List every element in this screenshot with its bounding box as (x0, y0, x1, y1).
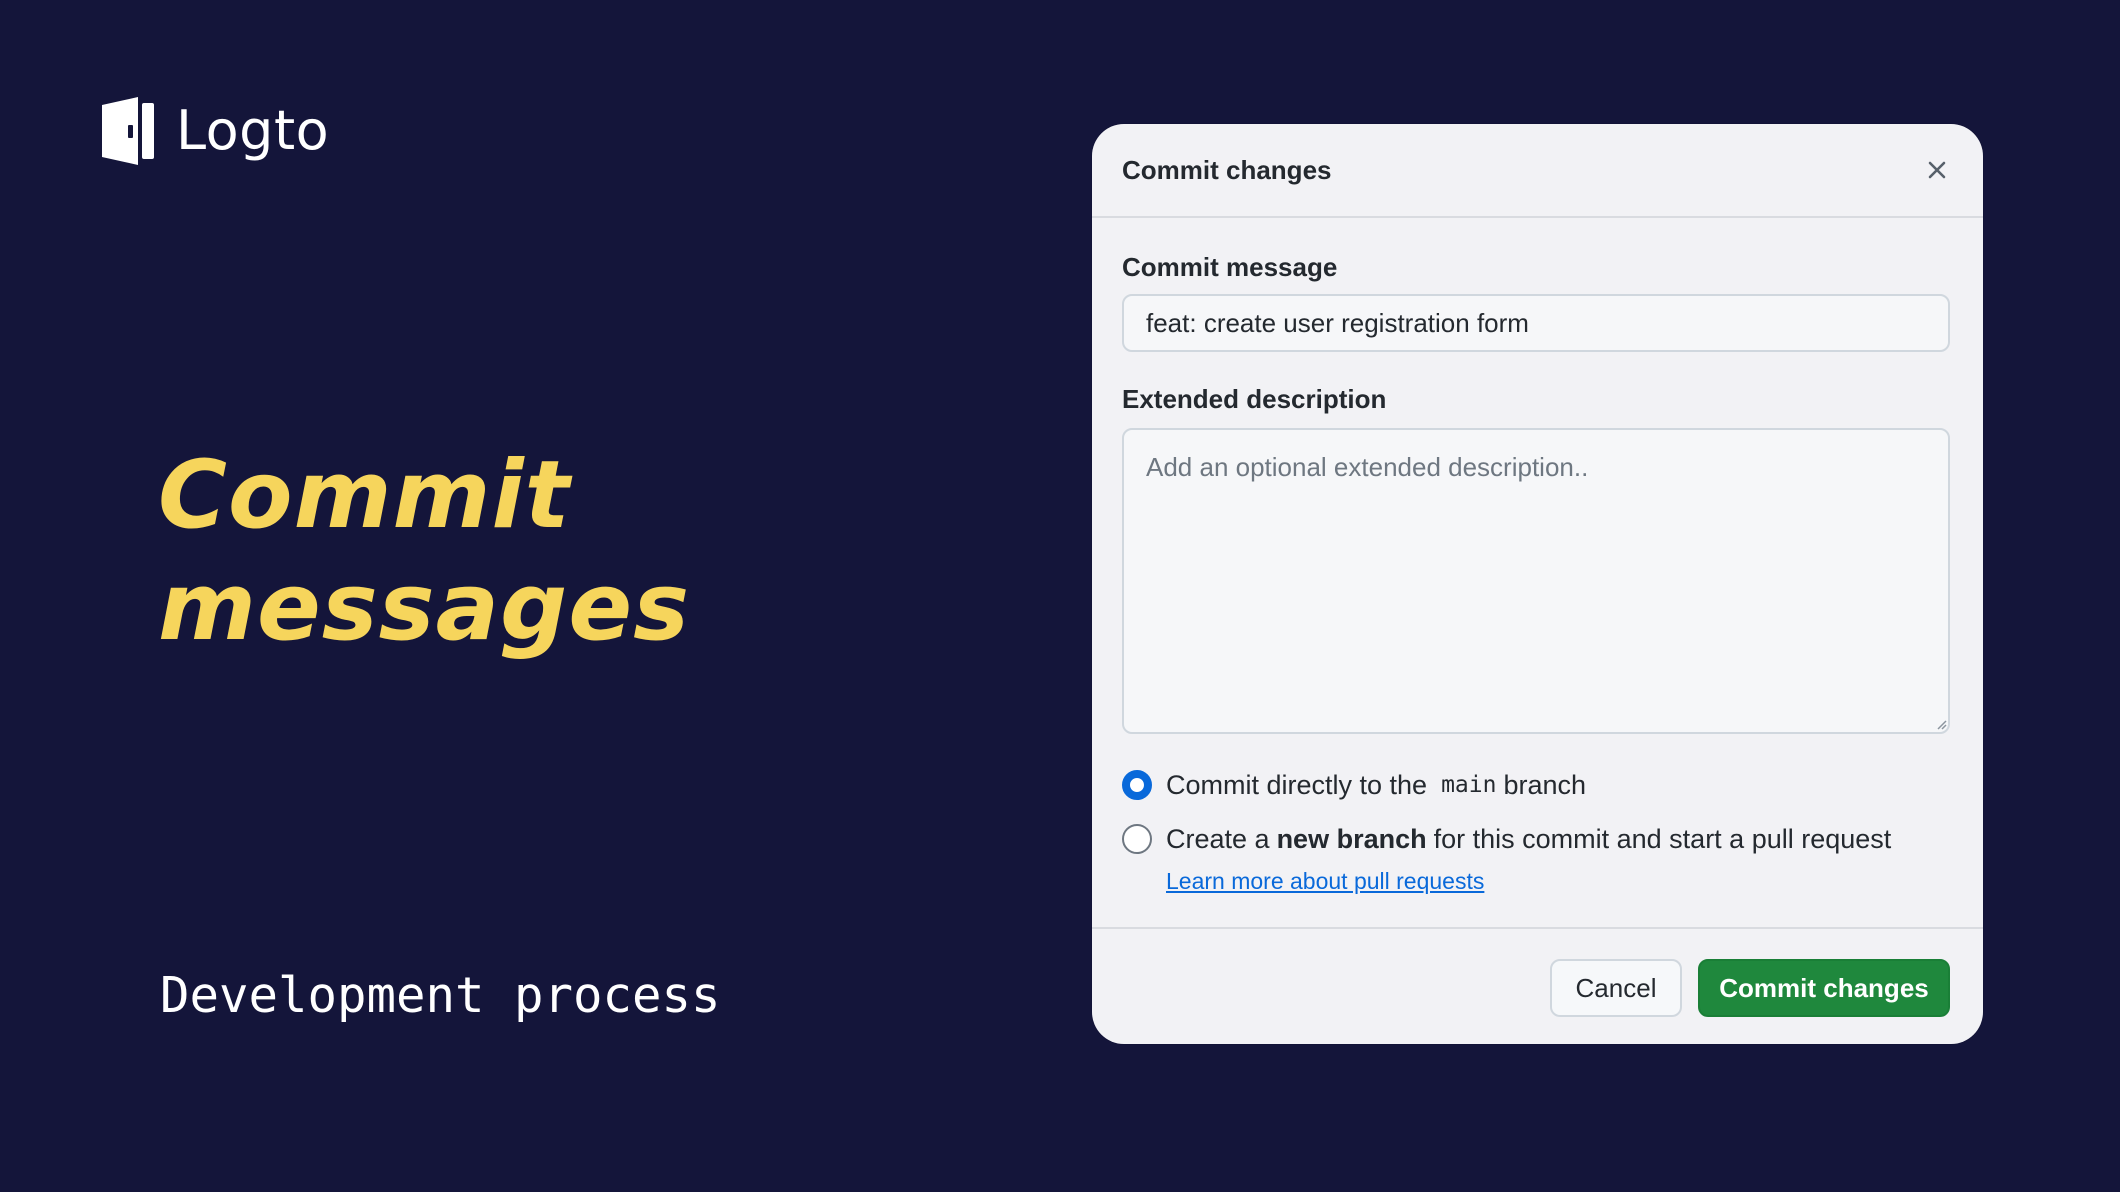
option-commit-direct[interactable]: Commit directly to the main branch (1122, 767, 1586, 803)
option-commit-direct-suffix: branch (1503, 770, 1587, 800)
dialog-title: Commit changes (1122, 155, 1332, 185)
logo: Logto (98, 94, 329, 168)
commit-changes-dialog: Commit changes Commit message feat: crea… (1092, 124, 1983, 1044)
close-icon (1928, 161, 1946, 179)
door-logo-icon (102, 97, 154, 165)
close-button[interactable] (1919, 152, 1955, 188)
slide-headline: Commit messages (158, 440, 690, 664)
extended-description-label: Extended description (1122, 384, 1387, 414)
branch-name-code: main (1441, 772, 1497, 798)
extended-description-textarea[interactable] (1122, 428, 1950, 734)
option-new-branch[interactable]: Create a new branch for this commit and … (1122, 821, 1891, 857)
radio-new-branch[interactable] (1122, 824, 1152, 854)
option-new-branch-prefix: Create a (1166, 824, 1270, 854)
commit-changes-button[interactable]: Commit changes (1698, 959, 1950, 1017)
option-commit-direct-prefix: Commit directly to the (1166, 770, 1428, 800)
learn-more-link[interactable]: Learn more about pull requests (1166, 866, 1484, 896)
logo-wordmark: Logto (176, 99, 330, 162)
dialog-footer: Cancel Commit changes (1092, 927, 1983, 1044)
dialog-header: Commit changes (1092, 124, 1983, 218)
option-new-branch-bold: new branch (1276, 824, 1427, 854)
commit-message-label: Commit message (1122, 252, 1338, 282)
option-new-branch-suffix: for this commit and start a pull request (1433, 824, 1892, 854)
resize-grip-icon[interactable] (1935, 718, 1947, 730)
slide-subtitle: Development process (160, 967, 721, 1024)
headline-line-1: Commit (158, 441, 571, 550)
cancel-button[interactable]: Cancel (1550, 959, 1682, 1017)
radio-commit-direct[interactable] (1122, 770, 1152, 800)
commit-message-input[interactable]: feat: create user registration form (1122, 294, 1950, 352)
headline-line-2: messages (158, 553, 691, 662)
